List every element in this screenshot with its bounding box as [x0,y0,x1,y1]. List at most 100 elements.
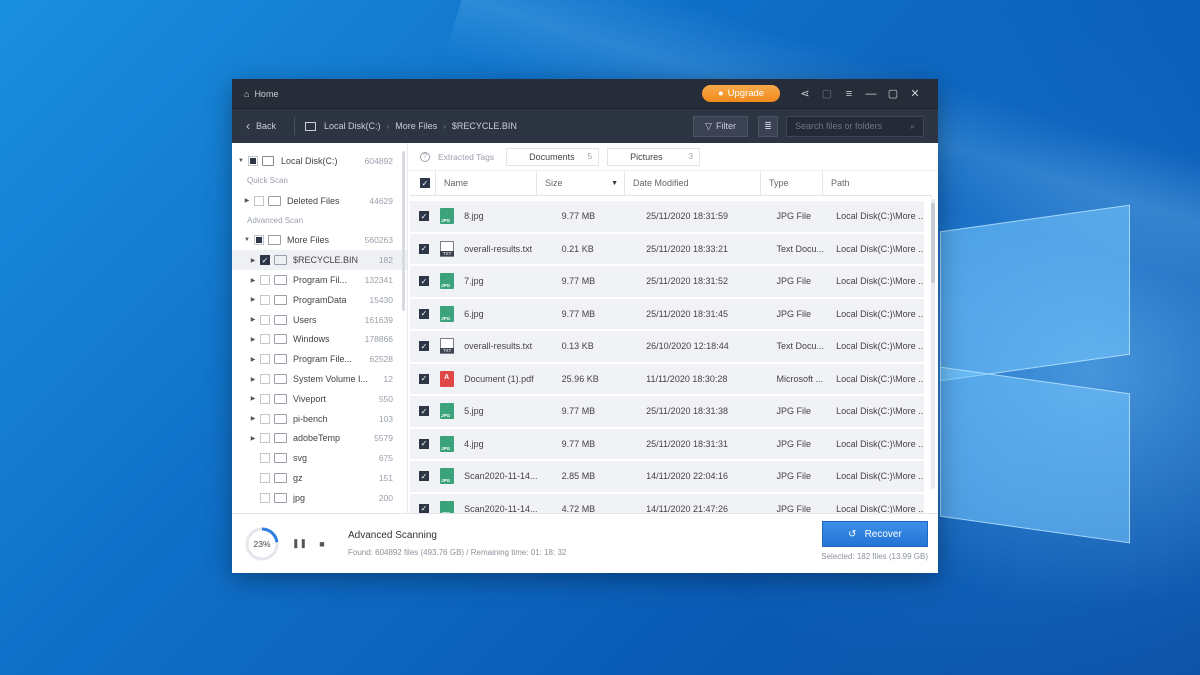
column-name[interactable]: Name [436,170,537,196]
file-date: 11/11/2020 18:30:28 [646,373,728,384]
tree-item-folder[interactable]: ▶ Program File... 62528 [232,349,407,369]
expand-right-icon[interactable]: ▶ [248,376,258,383]
tree-item-local-disk[interactable]: ▼ Local Disk(C:) 604892 [232,151,407,171]
checkbox[interactable] [260,393,270,404]
table-row[interactable]: ✓ Scan2020-11-14... 2.85 MB 14/11/2020 22:0… [410,461,924,492]
row-checkbox[interactable]: ✓ [419,276,429,287]
expand-right-icon[interactable]: ▶ [248,415,258,422]
expand-right-icon[interactable]: ▶ [242,197,252,204]
checkbox[interactable] [260,473,270,484]
table-row[interactable]: ✓ Document (1).pdf 25.96 KB 11/11/2020 18:3… [410,363,924,394]
expand-right-icon[interactable]: ▶ [248,395,258,402]
table-row[interactable]: ✓ overall-results.txt 0.21 KB 25/11/2020 18… [410,233,924,264]
tag-pictures[interactable]: Pictures 3 [607,147,701,166]
checkbox[interactable] [260,334,270,345]
checkbox[interactable] [260,453,270,464]
row-checkbox[interactable]: ✓ [419,308,429,319]
checkbox[interactable]: ✓ [260,255,270,266]
pause-icon[interactable]: ❚❚ [292,538,307,549]
tree-item-folder[interactable]: ▶ Program Fil... 132341 [232,270,407,290]
upgrade-button[interactable]: ● Upgrade [702,85,780,102]
list-view-button[interactable]: ≣ [758,115,778,137]
tree-item-folder[interactable]: ▶ Viveport 550 [232,389,407,409]
tree-item-folder[interactable]: ▶ adobeTemp 5579 [232,429,407,449]
checkbox[interactable] [254,195,264,206]
row-checkbox[interactable]: ✓ [419,341,429,352]
expand-right-icon[interactable]: ▶ [248,356,258,363]
expand-right-icon[interactable]: ▶ [248,296,258,303]
tree-item-folder[interactable]: jpg 200 [232,488,407,508]
table-row[interactable]: ✓ 8.jpg 9.77 MB 25/11/2020 18:31:59 JPG File… [410,201,924,232]
tree-item-folder[interactable]: ▶ System Volume I... 12 [232,369,407,389]
section-quick-scan: Quick Scan [247,176,288,186]
table-row[interactable]: ✓ 4.jpg 9.77 MB 25/11/2020 18:31:31 JPG File… [410,428,924,459]
feedback-icon[interactable]: ▢ [816,79,838,108]
select-all-checkbox[interactable]: ✓ [420,178,430,188]
column-path[interactable]: Path [823,171,929,196]
checkbox[interactable] [248,155,258,166]
column-date-modified[interactable]: Date Modified [625,170,761,196]
breadcrumb-item[interactable]: More Files [395,121,437,131]
expand-right-icon[interactable]: ▶ [248,435,258,442]
expand-right-icon[interactable]: ▶ [248,277,258,284]
column-size[interactable]: Size ▼ [537,170,625,196]
close-icon[interactable]: ✕ [904,79,926,108]
tag-documents[interactable]: Documents 5 [506,147,600,166]
table-row[interactable]: ✓ overall-results.txt 0.13 KB 26/10/2020 12… [410,331,924,362]
table-row[interactable]: ✓ 6.jpg 9.77 MB 25/11/2020 18:31:45 JPG File… [410,298,924,329]
checkbox[interactable] [260,294,270,305]
row-checkbox[interactable]: ✓ [419,438,429,449]
row-checkbox[interactable]: ✓ [419,406,429,417]
tree-item-more-files[interactable]: ▼ More Files 560263 [232,231,407,251]
row-checkbox[interactable]: ✓ [419,211,429,222]
checkbox[interactable] [260,275,270,286]
expand-right-icon[interactable]: ▶ [248,316,258,323]
sidebar-scrollbar[interactable] [402,151,405,311]
checkbox[interactable] [254,235,264,246]
row-checkbox[interactable]: ✓ [419,471,429,482]
expand-right-icon[interactable]: ▶ [248,257,258,264]
table-scrollbar-thumb[interactable] [931,203,935,283]
tree-item-folder[interactable]: ▶ pi-bench 103 [232,409,407,429]
checkbox[interactable] [260,492,270,503]
recover-button[interactable]: ↺ Recover [822,521,928,547]
table-row[interactable]: ✓ Scan2020-11-14... 4.72 MB 14/11/2020 21:4… [410,493,924,513]
help-icon[interactable]: ? [420,151,430,162]
search-input[interactable]: Search files or folders ⌕ [786,115,924,137]
breadcrumb-item[interactable]: $RECYCLE.BIN [452,121,517,131]
table-row[interactable]: ✓ 7.jpg 9.77 MB 25/11/2020 18:31:52 JPG File… [410,266,924,297]
tree-item-folder[interactable]: svg 675 [232,448,407,468]
expand-right-icon[interactable]: ▶ [248,336,258,343]
share-icon[interactable]: ⋖ [794,79,816,108]
tree-item-folder[interactable]: gz 151 [232,468,407,488]
checkbox[interactable] [260,433,270,444]
checkbox[interactable] [260,354,270,365]
filter-button[interactable]: ▽ Filter [693,115,748,137]
stop-icon[interactable]: ■ [316,539,328,549]
expand-down-icon[interactable]: ▼ [236,158,246,164]
tree-item-folder[interactable]: ▶ ✓ $RECYCLE.BIN 182 [232,250,407,271]
file-name: 7.jpg [464,276,484,287]
tree-item-folder[interactable]: ▶ Windows 178866 [232,330,407,350]
expand-down-icon[interactable]: ▼ [242,237,252,243]
menu-icon[interactable]: ≡ [838,79,860,108]
breadcrumb-item[interactable]: Local Disk(C:) [324,121,381,131]
home-button[interactable]: ⌂ Home [244,89,278,99]
table-row[interactable]: ✓ 5.jpg 9.77 MB 25/11/2020 18:31:38 JPG File… [410,396,924,427]
maximize-icon[interactable]: ▢ [882,79,904,108]
tree-item-folder[interactable]: ▶ Users 161639 [232,310,407,330]
back-button[interactable]: ‹ Back [246,119,276,133]
checkbox[interactable] [260,374,270,385]
row-checkbox[interactable]: ✓ [419,503,429,513]
row-checkbox[interactable]: ✓ [419,243,429,254]
file-name: Document (1).pdf [464,373,534,384]
column-type[interactable]: Type [761,170,823,196]
tree-item-folder[interactable]: ▶ ProgramData 15430 [232,290,407,310]
checkbox[interactable] [260,314,270,325]
tree-item-deleted-files[interactable]: ▶ Deleted Files 44629 [232,191,407,211]
file-path: Local Disk(C:)\More ... [836,373,924,384]
minimize-icon[interactable]: — [860,79,882,108]
row-checkbox[interactable]: ✓ [419,373,429,384]
tag-label: Documents [529,151,575,162]
checkbox[interactable] [260,413,270,424]
